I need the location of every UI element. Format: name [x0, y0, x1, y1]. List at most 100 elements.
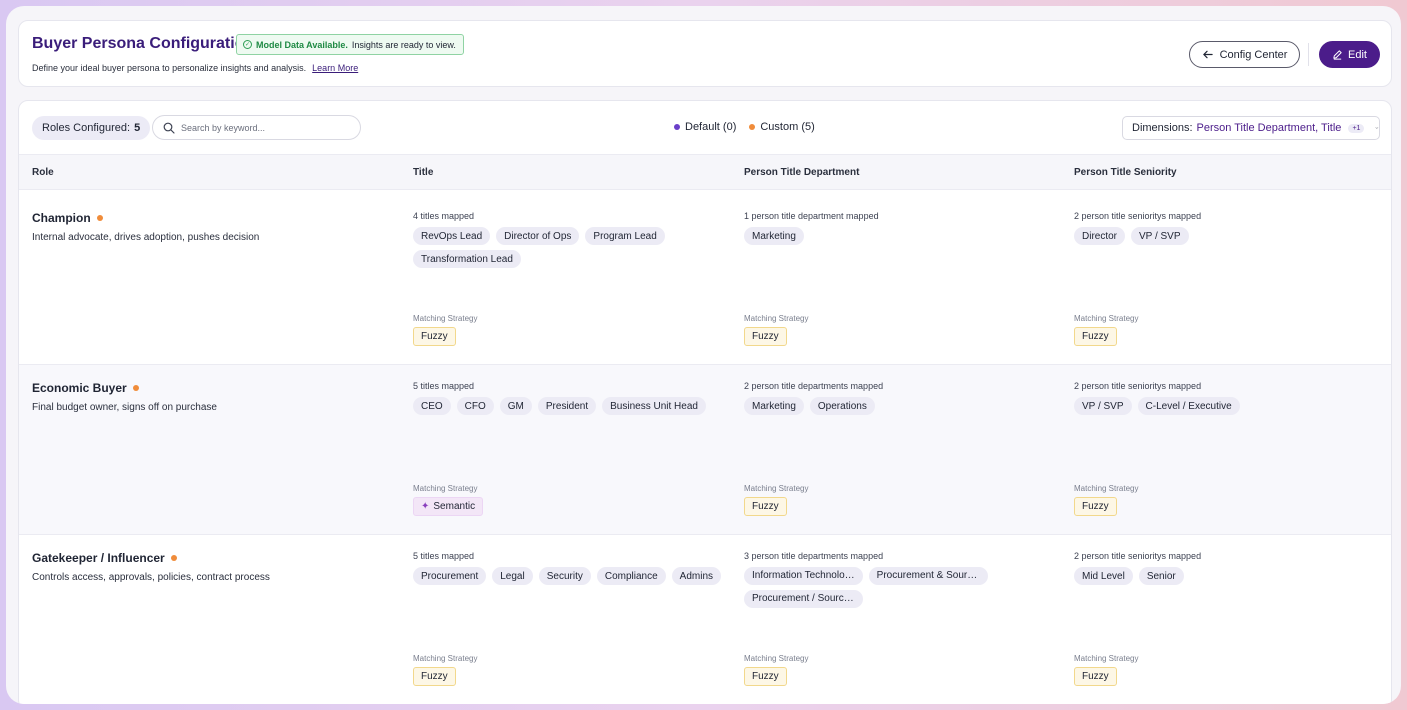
role-name-text: Economic Buyer [32, 381, 127, 395]
department-chips: Marketing [744, 227, 1064, 245]
sparkle-icon: ✦ [421, 501, 430, 512]
title-chip: President [537, 397, 597, 415]
strategy-caption: Matching Strategy [744, 484, 809, 493]
dimensions-select[interactable]: Dimensions: Person Title Department, Tit… [1122, 116, 1380, 140]
department-chips: Information Technolo… Procurement & Sour… [744, 567, 1064, 608]
legend-default-label: Default (0) [685, 121, 737, 133]
strategy-badge: Fuzzy [744, 667, 787, 686]
strategy-badge: Fuzzy [744, 327, 787, 346]
status-badge: ✓ Model Data Available. Insights are rea… [236, 34, 464, 55]
department-strategy: Matching Strategy Fuzzy [744, 314, 808, 346]
config-center-label: Config Center [1219, 48, 1288, 61]
department-chip: Procurement & Sourci… [868, 567, 988, 585]
column-header-department: Person Title Department [744, 167, 860, 178]
search-icon [163, 122, 175, 134]
seniority-chip: Director [1074, 227, 1126, 245]
departments-mapped-caption: 2 person title departments mapped [744, 381, 884, 391]
dimensions-value: Person Title Department, Title [1196, 122, 1342, 134]
legend: Default (0) Custom (5) [674, 121, 815, 133]
strategy-caption: Matching Strategy [744, 314, 809, 323]
strategy-badge: Fuzzy [1074, 667, 1117, 686]
seniorities-mapped-caption: 2 person title senioritys mapped [1074, 211, 1202, 221]
strategy-badge: ✦ Semantic [413, 497, 484, 516]
title-chip: Program Lead [585, 227, 665, 245]
department-chip: Information Technolo… [744, 567, 863, 585]
seniority-strategy: Matching Strategy Fuzzy [1074, 314, 1138, 346]
strategy-badge-label: Semantic [433, 501, 476, 512]
role-name-text: Champion [32, 211, 91, 225]
departments-mapped-caption: 1 person title department mapped [744, 211, 879, 221]
seniority-chip: C-Level / Executive [1137, 397, 1240, 415]
learn-more-link[interactable]: Learn More [312, 63, 358, 73]
page-title: Buyer Persona Configuration [32, 35, 255, 52]
status-strong: Model Data Available. [256, 39, 348, 50]
strategy-badge: Fuzzy [413, 327, 456, 346]
seniority-cell: 2 person title senioritys mapped VP / SV… [1074, 381, 1374, 415]
strategy-caption: Matching Strategy [744, 654, 809, 663]
title-chip: RevOps Lead [413, 227, 491, 245]
strategy-badge: Fuzzy [744, 497, 787, 516]
department-chip: Marketing [744, 227, 804, 245]
role-name: Champion [32, 211, 103, 225]
roles-configured-badge: Roles Configured: 5 [32, 116, 151, 140]
persona-table-card: Roles Configured: 5 Default (0) Custom (… [18, 100, 1392, 704]
edit-label: Edit [1348, 48, 1367, 61]
strategy-caption: Matching Strategy [1074, 654, 1139, 663]
table-header: Role Title Person Title Department Perso… [19, 154, 1391, 190]
config-center-button[interactable]: Config Center [1189, 41, 1300, 68]
search-input[interactable] [181, 122, 341, 133]
table-row[interactable]: Economic Buyer Final budget owner, signs… [19, 365, 1391, 535]
seniority-chip: Senior [1138, 567, 1184, 585]
title-chip: Legal [492, 567, 533, 585]
role-description: Final budget owner, signs off on purchas… [32, 402, 217, 413]
title-chips: RevOps Lead Director of Ops Program Lead… [413, 227, 733, 268]
department-cell: 2 person title departments mapped Market… [744, 381, 1064, 415]
department-strategy: Matching Strategy Fuzzy [744, 484, 808, 516]
title-cell: 5 titles mapped Procurement Legal Securi… [413, 551, 733, 585]
strategy-caption: Matching Strategy [413, 484, 478, 493]
status-text: Insights are ready to view. [351, 39, 456, 50]
check-circle-icon: ✓ [243, 40, 252, 49]
legend-custom-label: Custom (5) [760, 121, 815, 133]
search-box[interactable] [152, 115, 361, 140]
role-name-text: Gatekeeper / Influencer [32, 551, 165, 565]
seniority-chip: Mid Level [1074, 567, 1133, 585]
page-subtitle: Define your ideal buyer persona to perso… [32, 63, 358, 73]
edit-button[interactable]: Edit [1319, 41, 1380, 68]
role-name: Economic Buyer [32, 381, 139, 395]
titles-mapped-caption: 5 titles mapped [413, 381, 475, 391]
department-chip: Operations [809, 397, 875, 415]
table-row[interactable]: Champion Internal advocate, drives adopt… [19, 195, 1391, 365]
title-strategy: Matching Strategy ✦ Semantic [413, 484, 484, 516]
strategy-caption: Matching Strategy [413, 314, 478, 323]
pencil-icon [1333, 50, 1342, 60]
title-chip: CFO [456, 397, 494, 415]
department-cell: 3 person title departments mapped Inform… [744, 551, 1064, 608]
department-cell: 1 person title department mapped Marketi… [744, 211, 1064, 245]
title-strategy: Matching Strategy Fuzzy [413, 314, 477, 346]
title-cell: 4 titles mapped RevOps Lead Director of … [413, 211, 733, 268]
department-chip: Marketing [744, 397, 804, 415]
arrow-left-icon [1202, 50, 1213, 59]
seniority-chips: Mid Level Senior [1074, 567, 1374, 585]
title-chip: Transformation Lead [413, 250, 521, 268]
strategy-badge: Fuzzy [1074, 497, 1117, 516]
dimensions-extra-count: +1 [1348, 123, 1365, 133]
seniority-chip: VP / SVP [1074, 397, 1132, 415]
seniority-chips: Director VP / SVP [1074, 227, 1374, 245]
table-toolbar: Roles Configured: 5 Default (0) Custom (… [19, 101, 1391, 154]
strategy-caption: Matching Strategy [1074, 314, 1139, 323]
header-divider [1308, 43, 1309, 66]
title-chip: Procurement [413, 567, 487, 585]
title-cell: 5 titles mapped CEO CFO GM President Bus… [413, 381, 733, 415]
default-dot-icon [674, 124, 680, 130]
role-description: Internal advocate, drives adoption, push… [32, 232, 260, 243]
dimensions-label: Dimensions: [1132, 122, 1193, 134]
title-chips: CEO CFO GM President Business Unit Head [413, 397, 733, 415]
seniority-strategy: Matching Strategy Fuzzy [1074, 654, 1138, 686]
seniority-cell: 2 person title senioritys mapped Mid Lev… [1074, 551, 1374, 585]
departments-mapped-caption: 3 person title departments mapped [744, 551, 884, 561]
table-row[interactable]: Gatekeeper / Influencer Controls access,… [19, 535, 1391, 704]
seniority-strategy: Matching Strategy Fuzzy [1074, 484, 1138, 516]
chevron-down-icon [1375, 127, 1379, 129]
